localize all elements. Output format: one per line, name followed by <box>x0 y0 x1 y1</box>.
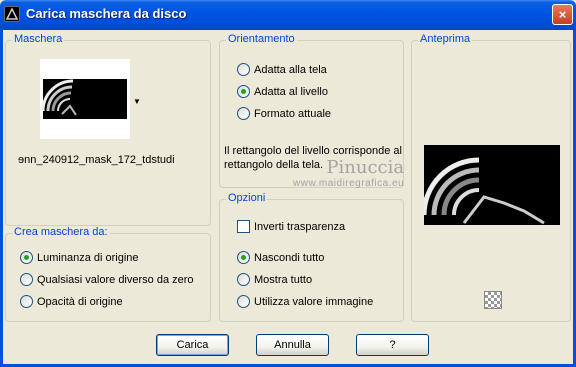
radio-button[interactable] <box>237 273 250 286</box>
cancel-button[interactable]: Annulla <box>256 334 329 356</box>
radio-adatta-tela[interactable]: Adatta alla tela <box>237 63 327 76</box>
load-button[interactable]: Carica <box>156 334 229 356</box>
help-button[interactable]: ? <box>356 334 429 356</box>
radio-button-selected[interactable] <box>237 251 250 264</box>
dialog-body: Maschera ▼ ɘnn_240912_mask_172_tdstudi O… <box>0 30 576 367</box>
mask-group-legend: Maschera <box>12 33 65 45</box>
radio-label: Adatta alla tela <box>254 63 327 76</box>
radio-adatta-livello[interactable]: Adatta al livello <box>237 85 328 98</box>
orientation-group-legend: Orientamento <box>226 33 297 45</box>
radio-label: Opacità di origine <box>37 295 123 308</box>
mask-filename: ɘnn_240912_mask_172_tdstudi <box>18 154 175 166</box>
radio-opacita[interactable]: Opacità di origine <box>20 295 123 308</box>
radio-label: Formato attuale <box>254 107 332 120</box>
preview-group: Anteprima <box>411 33 571 322</box>
mask-group: Maschera ▼ ɘnn_240912_mask_172_tdstudi <box>5 33 211 226</box>
radio-button-selected[interactable] <box>20 251 33 264</box>
radio-label: Utilizza valore immagine <box>254 295 374 308</box>
title-bar: Carica maschera da disco × <box>0 0 576 30</box>
radio-qualsiasi-valore[interactable]: Qualsiasi valore diverso da zero <box>20 273 194 286</box>
mask-thumbnail[interactable] <box>40 59 130 139</box>
app-icon <box>4 6 20 22</box>
options-group-legend: Opzioni <box>226 192 268 204</box>
radio-mostra-tutto[interactable]: Mostra tutto <box>237 273 312 286</box>
watermark: Pinuccia www.maidiregrafica.eu <box>293 157 404 189</box>
thumbnail-dropdown-arrow-icon[interactable]: ▼ <box>133 97 141 106</box>
radio-formato-attuale[interactable]: Formato attuale <box>237 107 331 120</box>
radio-nascondi-tutto[interactable]: Nascondi tutto <box>237 251 324 264</box>
preview-image <box>424 145 560 225</box>
radio-button[interactable] <box>237 107 250 120</box>
create-mask-group: Crea maschera da: Luminanza di origine Q… <box>5 226 211 322</box>
radio-label: Mostra tutto <box>254 273 313 286</box>
radio-button[interactable] <box>237 295 250 308</box>
watermark-url: www.maidiregrafica.eu <box>293 178 405 189</box>
radio-luminanza[interactable]: Luminanza di origine <box>20 251 139 264</box>
radio-button-selected[interactable] <box>237 85 250 98</box>
close-button[interactable]: × <box>552 4 573 25</box>
radio-button[interactable] <box>20 295 33 308</box>
preview-image-graphic <box>424 145 560 225</box>
preview-group-legend: Anteprima <box>418 33 473 45</box>
checkbox[interactable] <box>237 220 250 233</box>
checkbox-inverti-trasparenza[interactable]: Inverti trasparenza <box>237 220 345 233</box>
radio-label: Qualsiasi valore diverso da zero <box>37 273 194 286</box>
radio-button[interactable] <box>237 63 250 76</box>
radio-label: Adatta al livello <box>254 85 328 98</box>
checkbox-label: Inverti trasparenza <box>254 220 346 233</box>
preview-zoom-icon[interactable] <box>484 291 502 309</box>
mask-thumbnail-image <box>41 79 127 119</box>
radio-utilizza-valore[interactable]: Utilizza valore immagine <box>237 295 373 308</box>
watermark-name: Pinuccia <box>326 157 405 178</box>
radio-label: Nascondi tutto <box>254 251 325 264</box>
options-group: Opzioni Inverti trasparenza Nascondi tut… <box>219 192 404 322</box>
radio-button[interactable] <box>20 273 33 286</box>
radio-label: Luminanza di origine <box>37 251 139 264</box>
window-title: Carica maschera da disco <box>26 6 187 21</box>
create-mask-group-legend: Crea maschera da: <box>12 226 110 238</box>
